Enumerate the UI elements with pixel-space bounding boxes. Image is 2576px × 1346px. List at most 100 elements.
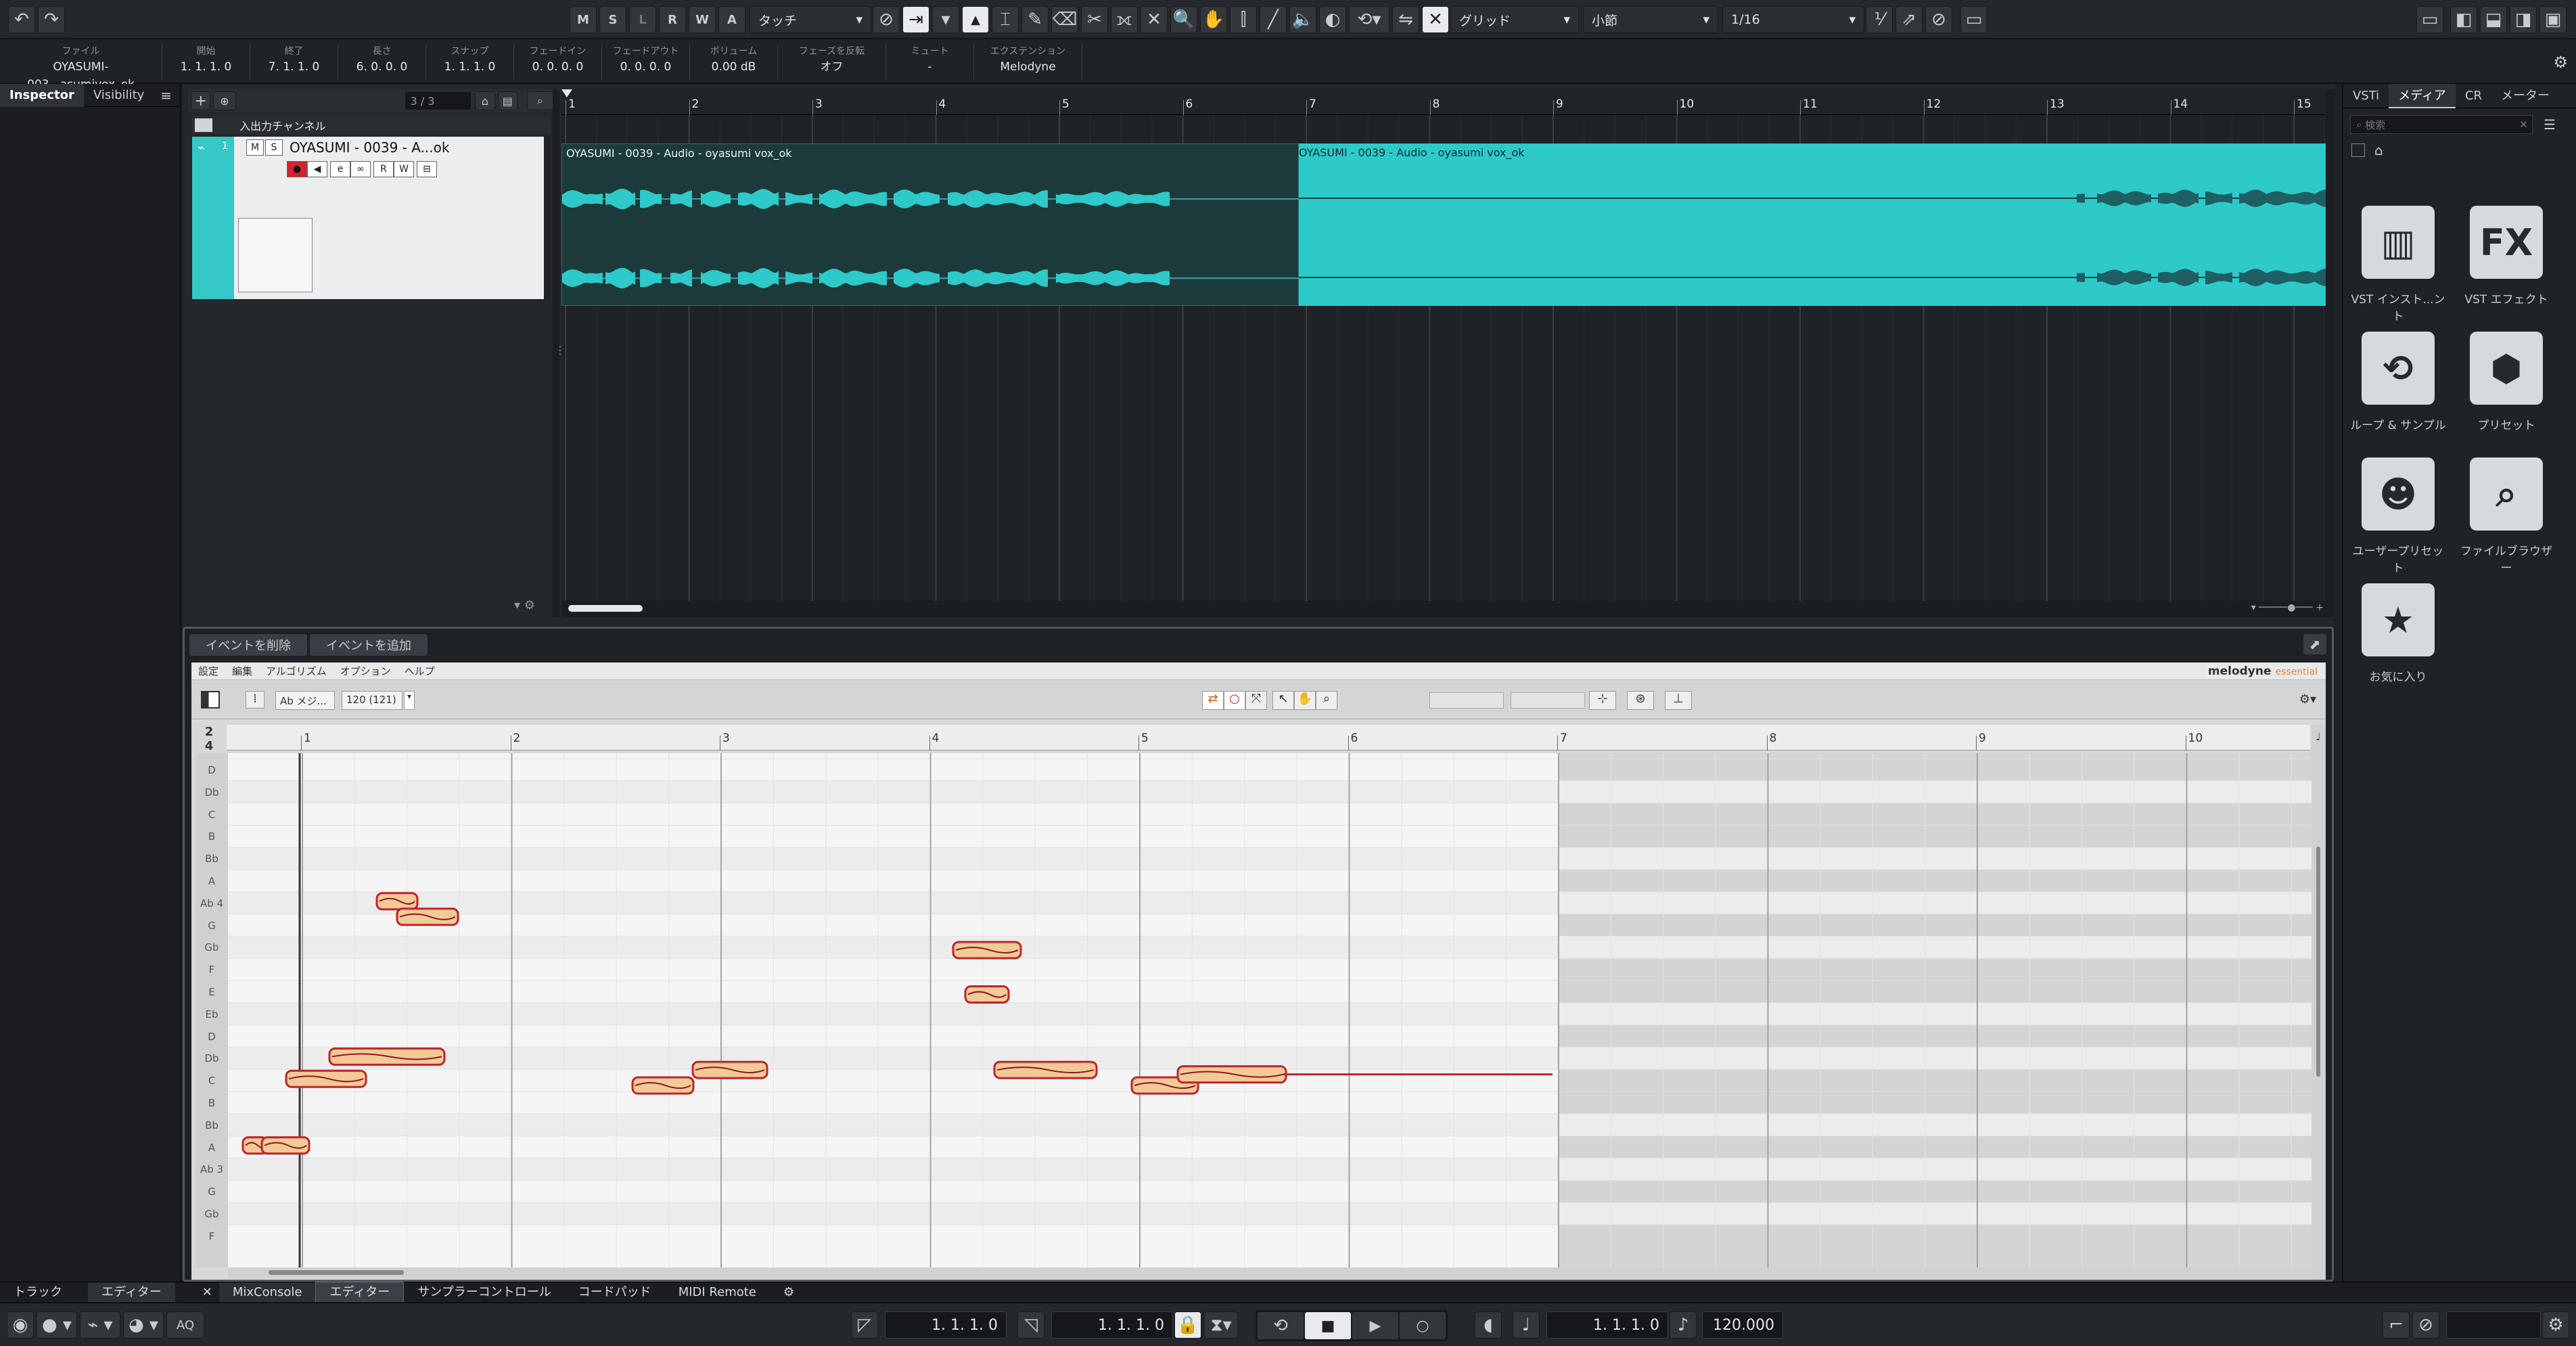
scroll-thumb[interactable] xyxy=(269,1270,404,1275)
zoom-slider[interactable]: ▾ ─────●─── + xyxy=(2251,602,2324,613)
info-column[interactable]: フェーズを反転 オフ xyxy=(778,45,886,80)
info-column[interactable]: ファイル OYASUMI-003...asumivox_ok xyxy=(0,45,162,91)
pointer-tool-icon[interactable]: ↖ xyxy=(1272,691,1294,710)
constrain-delay-icon[interactable]: ⊘ xyxy=(873,6,900,33)
media-tile[interactable]: ⌕ ファイルブラウザー xyxy=(2456,457,2557,575)
left-locator-field[interactable]: 1. 1. 1. 0 xyxy=(885,1311,1007,1339)
melodyne-ruler[interactable]: 1 2 3 4 5 6 7 8 9 10 xyxy=(227,725,2310,750)
info-column[interactable]: ボリューム 0.00 dB xyxy=(690,45,778,80)
tab-chord-pads[interactable]: コードパッド xyxy=(565,1282,665,1303)
horizontal-scrollbar[interactable] xyxy=(228,1268,2312,1278)
expand-icon[interactable]: ⬈ xyxy=(2303,634,2326,654)
horizontal-scrollbar[interactable]: ▾ ─────●─── + xyxy=(561,601,2330,617)
tab-sampler-control[interactable]: サンプラーコントロール xyxy=(404,1282,564,1303)
checkbox[interactable] xyxy=(2351,143,2365,157)
tray-icon[interactable]: ▭ xyxy=(2416,6,2443,33)
tab-inspector[interactable]: Inspector xyxy=(0,83,84,107)
automation-button[interactable]: A xyxy=(718,6,745,33)
info-column[interactable]: フェードアウト 0. 0. 0. 0 xyxy=(602,45,690,80)
audio-track[interactable]: ⌁ 1 M S OYASUMI - 0039 - A...ok ● ◀ e ∞ … xyxy=(192,137,551,299)
lock-icon[interactable]: 🔒 xyxy=(1174,1311,1201,1339)
event-display[interactable]: 1 2 3 4 5 6 7 8 9 10 11 12 13 14 15 OYASUMI - 0039 - A… xyxy=(561,89,2330,617)
project-ruler[interactable]: 1 2 3 4 5 6 7 8 9 10 11 12 13 14 15 xyxy=(561,89,2330,115)
play-tool-icon[interactable]: 🔈 xyxy=(1289,6,1316,33)
time-display-icon[interactable]: ♩ xyxy=(1513,1311,1540,1339)
media-tile[interactable]: ▥ VST インスト...ント xyxy=(2347,206,2449,323)
tab-media-1[interactable]: メディア xyxy=(2389,83,2456,108)
cycle-icon[interactable]: ⟲ xyxy=(1257,1311,1304,1340)
color-tool-icon[interactable]: ◐ xyxy=(1319,6,1346,33)
pencil-tool-icon[interactable]: ✎ xyxy=(1021,6,1049,33)
add-events-button[interactable]: イベントを追加 xyxy=(309,633,428,656)
marker-field[interactable] xyxy=(2446,1311,2541,1339)
quantize-reset-icon[interactable]: ⊘ xyxy=(1925,6,1952,33)
info-column[interactable]: スナップ 1. 1. 1. 0 xyxy=(426,45,514,80)
list-view-icon[interactable]: ☰ xyxy=(2544,116,2556,133)
search-input[interactable]: ⌕ 検索 ✕ xyxy=(2350,115,2533,134)
left-locator-icon[interactable]: ◸ xyxy=(851,1311,878,1339)
macro-field-2[interactable] xyxy=(1511,692,1585,709)
track-folder-icon[interactable]: ▤ xyxy=(497,91,518,110)
menu-icon[interactable]: ≡ xyxy=(160,87,180,104)
scroll-tool-icon[interactable]: ✋ xyxy=(1294,691,1316,710)
clear-icon[interactable]: ✕ xyxy=(2519,118,2532,131)
metronome-icon[interactable]: ♪ xyxy=(1670,1311,1697,1339)
info-column[interactable]: フェードイン 0. 0. 0. 0 xyxy=(514,45,602,80)
gear-icon[interactable]: ⚙ xyxy=(770,1282,808,1303)
mute-all-button[interactable]: M xyxy=(570,6,597,33)
stop-icon[interactable]: ■ xyxy=(1304,1311,1352,1340)
snap-icon[interactable]: ✕ xyxy=(1422,6,1449,33)
layout-full-icon[interactable]: ▣ xyxy=(2539,6,2567,33)
record-enable-icon[interactable]: ● xyxy=(287,161,307,177)
info-column[interactable]: エクステンション Melodyne xyxy=(974,45,1082,80)
info-column[interactable]: ミュート - xyxy=(886,45,974,80)
activity-icon[interactable]: ◉ xyxy=(7,1311,34,1339)
mute-button[interactable]: M xyxy=(246,139,264,156)
window-layout-icon[interactable]: ▭ xyxy=(1960,6,1987,33)
sidebar-toggle-icon[interactable] xyxy=(201,691,220,709)
media-tile[interactable]: ★ お気に入り xyxy=(2347,583,2449,684)
add-track-icon[interactable]: + xyxy=(191,91,211,110)
play-icon[interactable]: ▶ xyxy=(1352,1311,1399,1340)
comp-tool-icon[interactable]: ⫿ xyxy=(1230,6,1257,33)
range-tool-icon[interactable]: ⌶ xyxy=(992,6,1019,33)
scale-field[interactable]: Ab メジ... xyxy=(275,691,335,710)
tab-midi-remote[interactable]: MIDI Remote xyxy=(665,1282,770,1303)
tab-visibility[interactable]: Visibility xyxy=(84,84,154,107)
pitch-grid-icon[interactable]: ⁞ xyxy=(246,691,264,709)
macro-field-1[interactable] xyxy=(1429,692,1504,709)
lanes-icon[interactable]: ⊟ xyxy=(417,161,437,177)
snap-toggle-icon[interactable]: ⇋ xyxy=(1392,6,1419,33)
cycle-marker-icon[interactable] xyxy=(561,89,572,97)
track-visibility-icon[interactable]: ⌂ xyxy=(475,91,495,110)
melodyne-menu-item[interactable]: ヘルプ xyxy=(398,664,442,678)
audio-event-2[interactable]: OYASUMI - 0039 - Audio - oyasumi vox_ok xyxy=(1299,143,2330,306)
snap-live-icon[interactable]: ⟲▾ xyxy=(1349,6,1389,33)
home-icon[interactable]: ⌂ xyxy=(2374,142,2383,158)
timing-tool-icon[interactable]: ⤧ xyxy=(1245,691,1267,710)
gear-icon[interactable]: ⚙ xyxy=(2553,53,2568,72)
audio-performance-icon[interactable]: ⌁ ▾ xyxy=(80,1311,120,1339)
iterative-quantize-icon[interactable]: ⅟ xyxy=(1866,6,1893,33)
settings-icon[interactable]: ⚙ xyxy=(2542,1311,2569,1339)
listen-button[interactable]: L xyxy=(629,6,656,33)
eraser-tool-icon[interactable]: ⌫ xyxy=(1051,6,1078,33)
tab-track[interactable]: トラック xyxy=(0,1282,88,1303)
edit-marker-icon[interactable]: ⌐ xyxy=(2383,1311,2410,1339)
monitor-icon[interactable]: ◀ xyxy=(307,161,327,177)
undo-icon[interactable]: ↶ xyxy=(8,6,35,33)
note-editor[interactable]: 24 1 2 3 4 5 6 7 8 9 10 D Db C B Bb A Ab 4 G Gb F E Eb D Db C B B… xyxy=(191,721,2326,1280)
object-selection-tool-icon[interactable]: ▲ xyxy=(962,6,989,33)
tab-media-3[interactable]: メーター xyxy=(2491,84,2559,108)
melodyne-menu-item[interactable]: 設定 xyxy=(191,664,225,678)
pitch-center-icon[interactable]: ⊹ xyxy=(1589,691,1616,710)
draw-line-tool-icon[interactable]: ╱ xyxy=(1260,6,1287,33)
io-channel-row[interactable]: 入出力チャンネル xyxy=(192,116,551,134)
glue-tool-icon[interactable]: ⟗ xyxy=(1111,6,1138,33)
layout-right-icon[interactable]: ◨ xyxy=(2510,6,2537,33)
track-list-settings-icon[interactable]: ▾ ⚙ xyxy=(514,598,535,612)
auto-quantize-button[interactable]: AQ xyxy=(166,1311,204,1339)
melodyne-menu-item[interactable]: オプション xyxy=(334,664,398,678)
media-tile[interactable]: ⟲ ループ & サンプル xyxy=(2347,332,2449,432)
media-tile[interactable]: ☻ ユーザープリセット xyxy=(2347,457,2449,575)
